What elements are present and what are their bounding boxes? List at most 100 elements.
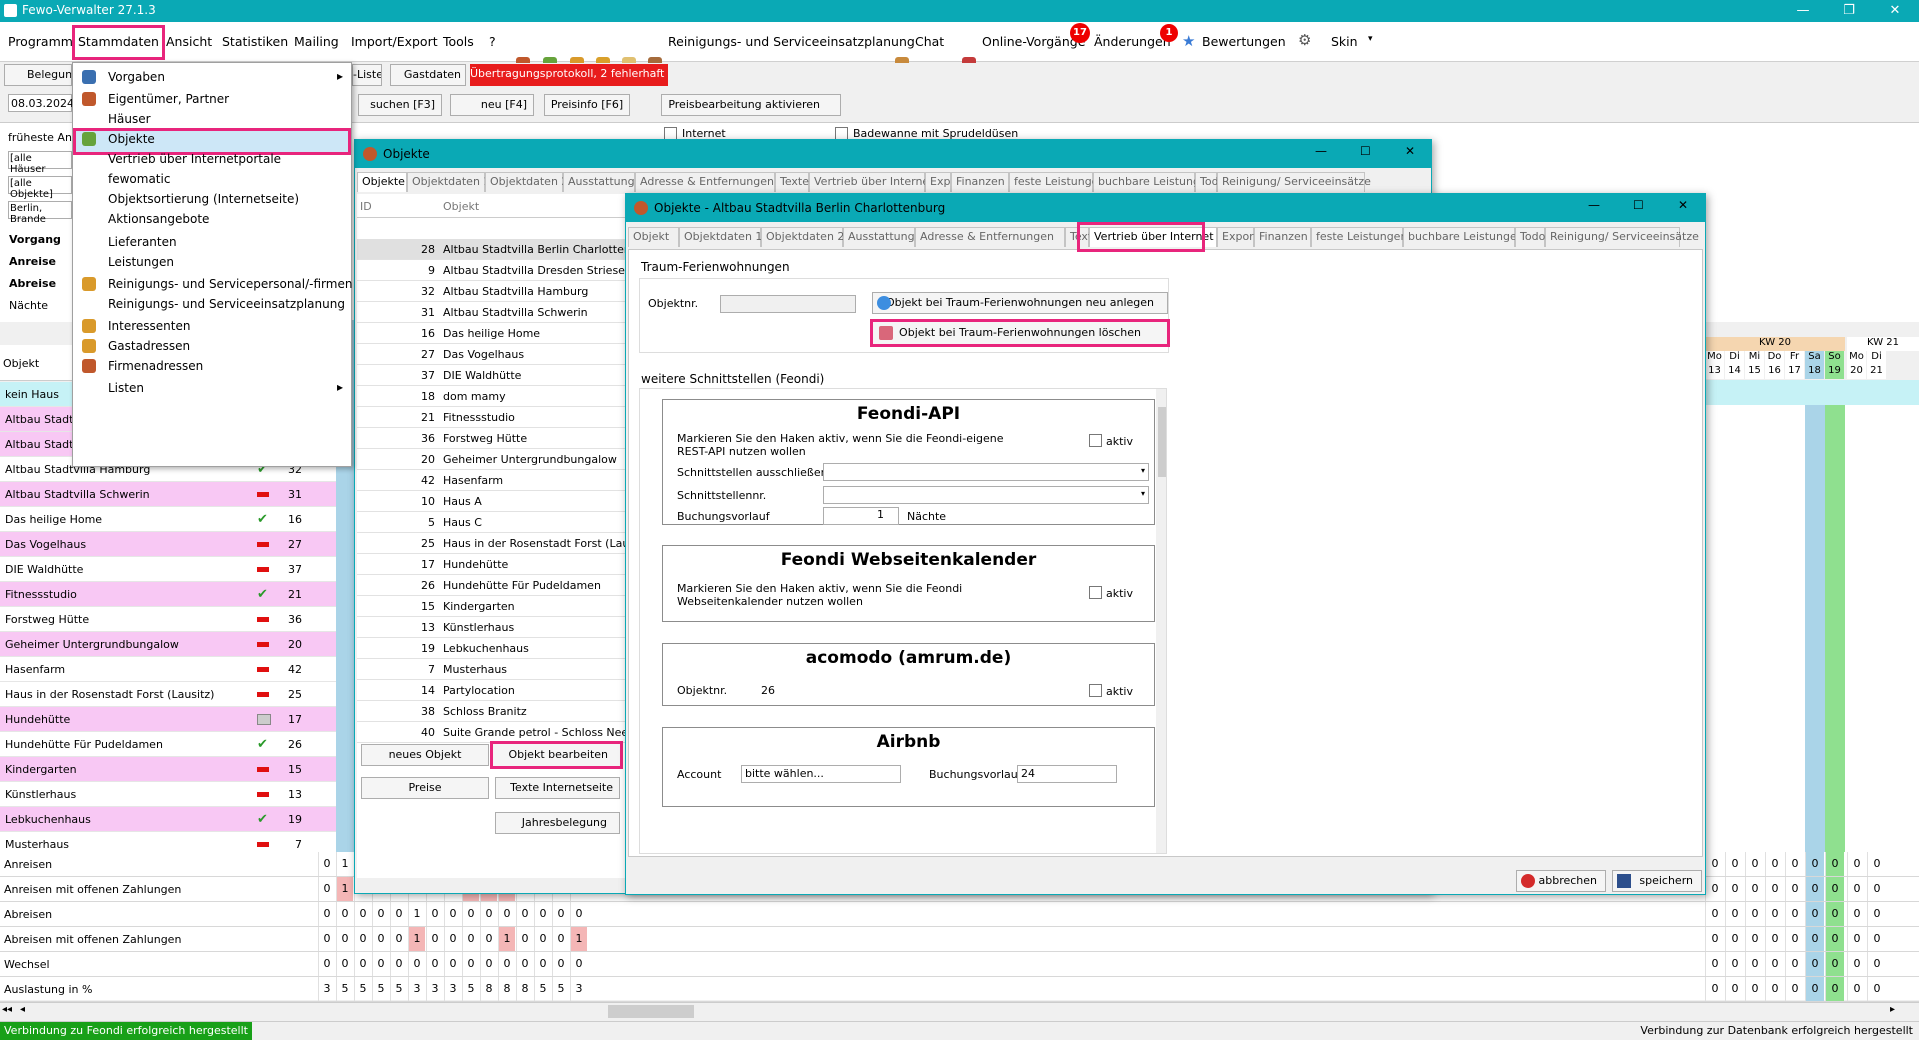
tab-5[interactable]: Texte [1065,227,1099,247]
table-row[interactable]: 25 Haus in der Rosenstadt Forst (Lausitz) [357,533,627,554]
excl-select[interactable]: ▾ [823,463,1149,481]
tab-3[interactable]: Ausstattung [563,172,635,192]
close-button[interactable]: ✕ [1405,144,1415,158]
menu-mailing[interactable]: Mailing [294,34,339,49]
menu-cleaning-planning[interactable]: Reinigungs- und Serviceeinsatzplanung [668,34,915,49]
scroll-thumb[interactable] [608,1005,694,1018]
table-row[interactable]: 37 DIE Waldhütte [357,365,627,386]
menu-help[interactable]: ? [489,34,496,49]
menu-item-9[interactable]: Leistungen [73,251,351,273]
belegung-tab[interactable]: Belegung [4,64,72,86]
table-row[interactable]: 10 Haus A [357,491,627,512]
menu-item-10[interactable]: Reinigungs- und Servicepersonal/-firmen [73,273,352,295]
preise-button[interactable]: Preise [361,777,489,799]
menu-item-2[interactable]: Häuser [73,108,351,130]
protokoll-tab[interactable]: Übertragungsprotokoll, 2 fehlerhaft [470,64,668,86]
minimize-button[interactable]: — [1588,198,1600,212]
list-item[interactable]: Musterhaus 7 [0,832,345,852]
list-item[interactable]: Geheimer Untergrundbungalow 20 [0,632,345,657]
tab-2[interactable]: Objektdaten 2 [485,172,568,192]
liste-tab[interactable]: -Liste [352,64,382,86]
webkalender-checkbox[interactable] [1089,586,1102,599]
tab-6[interactable]: Vertrieb über Internet [1089,227,1217,247]
menu-tools[interactable]: Tools [443,34,474,49]
tab-11[interactable]: Todo [1195,172,1225,192]
menu-item-6[interactable]: Objektsortierung (Internetseite) [73,188,351,210]
horizontal-scrollbar[interactable]: ◂◂ ◂ ▸ [0,1002,1919,1020]
menu-chat[interactable]: Chat [915,34,944,49]
scroll-thumb[interactable] [1158,407,1166,477]
search-button[interactable]: suchen [F3] [358,94,442,116]
table-row[interactable]: 20 Geheimer Untergrundbungalow [357,449,627,470]
table-row[interactable]: 42 Hasenfarm [357,470,627,491]
list-item[interactable]: Das Vogelhaus 27 [0,532,345,557]
tab-10[interactable]: buchbare Leistungen [1403,227,1524,247]
tab-12[interactable]: Reinigung/ Serviceeinsätze [1545,227,1699,247]
tab-4[interactable]: Adresse & Entfernungen [915,227,1065,247]
tab-10[interactable]: buchbare Leistungen [1093,172,1214,192]
table-row[interactable]: 32 Altbau Stadtvilla Hamburg [357,281,627,302]
table-row[interactable]: 21 Fitnessstudio [357,407,627,428]
table-row[interactable]: 14 Partylocation [357,680,627,701]
menu-statistiken[interactable]: Statistiken [222,34,288,49]
menu-item-14[interactable]: Firmenadressen [73,355,351,377]
list-item[interactable]: Forstweg Hütte 36 [0,607,345,632]
tab-3[interactable]: Ausstattung [843,227,915,247]
air-vorlauf-select[interactable]: 24 [1017,765,1117,783]
menu-item-12[interactable]: Interessenten [73,315,351,337]
tab-9[interactable]: feste Leistungen [1009,172,1105,192]
tab-11[interactable]: Todo [1515,227,1545,247]
list-item[interactable]: Hundehütte 17 [0,707,345,732]
traum-new-button[interactable]: Objekt bei Traum-Ferienwohnungen neu anl… [872,292,1168,314]
tab-1[interactable]: Objektdaten 1 [679,227,762,247]
tab-1[interactable]: Objektdaten 1 [407,172,490,192]
list-item[interactable]: Kindergarten 15 [0,757,345,782]
list-item[interactable]: Haus in der Rosenstadt Forst (Lausitz) 25 [0,682,345,707]
menu-aenderungen[interactable]: Änderungen [1094,34,1171,49]
tab-0[interactable]: Objekt [628,227,679,247]
list-item[interactable]: DIE Waldhütte 37 [0,557,345,582]
table-row[interactable]: 31 Altbau Stadtvilla Schwerin [357,302,627,323]
menu-item-5[interactable]: fewomatic [73,168,351,190]
preisinfo-button[interactable]: Preisinfo [F6] [544,94,630,116]
maximize-button[interactable]: ☐ [1633,198,1644,212]
table-row[interactable]: 40 Suite Grande petrol - Schloss Neetzow [357,722,627,743]
haeuser-select[interactable]: [alle Häuser [8,151,72,175]
tab-8[interactable]: Finanzen [951,172,1009,192]
neues-objekt-button[interactable]: neues Objekt [361,744,489,766]
menu-item-1[interactable]: Eigentümer, Partner [73,88,351,110]
list-item[interactable]: Hundehütte Für Pudeldamen ✔ 26 [0,732,345,757]
menu-stammdaten[interactable]: Stammdaten [72,25,165,60]
list-item[interactable]: Altbau Stadtvilla Schwerin 31 [0,482,345,507]
table-row[interactable]: 18 dom mamy [357,386,627,407]
list-item[interactable]: Das heilige Home ✔ 16 [0,507,345,532]
date-field[interactable]: 08.03.2024 [8,94,74,112]
menu-import-export[interactable]: Import/Export [351,34,438,49]
table-row[interactable]: 16 Das heilige Home [357,323,627,344]
table-row[interactable]: 27 Das Vogelhaus [357,344,627,365]
tab-7[interactable]: Export [1217,227,1258,247]
list-item[interactable]: Künstlerhaus 13 [0,782,345,807]
table-row[interactable]: 9 Altbau Stadtvilla Dresden Striesen [357,260,627,281]
table-row[interactable]: 36 Forstweg Hütte [357,428,627,449]
table-row[interactable]: 5 Haus C [357,512,627,533]
jahresbelegung-button[interactable]: Jahresbelegung [495,812,620,834]
minimize-button[interactable]: — [1315,144,1327,158]
texte-internetseite-button[interactable]: Texte Internetseite [495,777,620,799]
tab-6[interactable]: Vertrieb über Internet [809,172,934,192]
new-button[interactable]: neu [F4] [450,94,534,116]
menu-item-8[interactable]: Lieferanten [73,231,351,253]
tab-9[interactable]: feste Leistungen [1311,227,1407,247]
account-select[interactable]: bitte wählen... [741,765,901,783]
gear-icon[interactable]: ⚙ [1298,31,1311,49]
table-row[interactable]: 19 Lebkuchenhaus [357,638,627,659]
list-item[interactable]: Lebkuchenhaus ✔ 19 [0,807,345,832]
vorlauf-stepper[interactable]: 1 [823,507,899,525]
table-row[interactable]: 15 Kindergarten [357,596,627,617]
traum-delete-button[interactable]: Objekt bei Traum-Ferienwohnungen löschen [870,319,1170,347]
menu-item-4[interactable]: Vertrieb über Internetportale [73,148,351,170]
save-button[interactable]: speichern [1612,870,1702,892]
vertical-scrollbar[interactable] [1156,389,1166,853]
table-row[interactable]: 28 Altbau Stadtvilla Berlin Charlottenbur… [357,239,627,260]
tab-7[interactable]: Export [925,172,966,192]
